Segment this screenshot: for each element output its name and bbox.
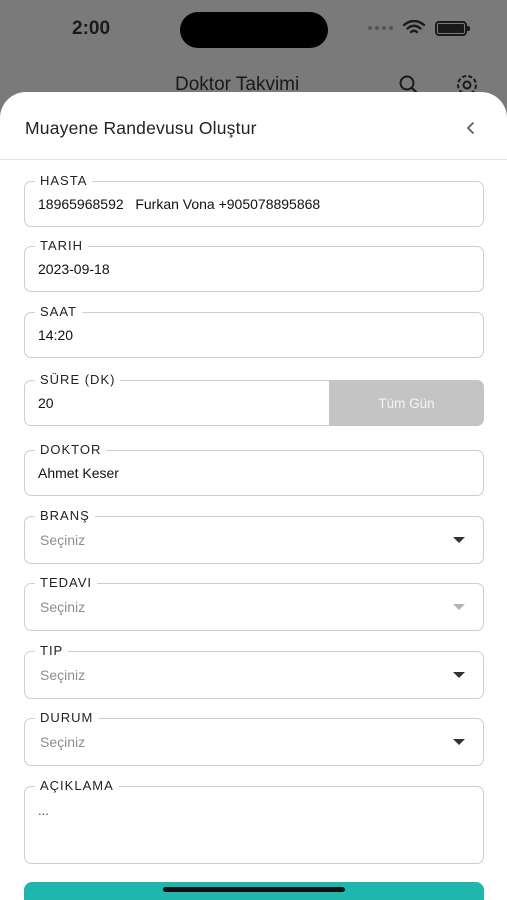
status-time: 2:00	[72, 18, 111, 39]
duration-value: 20	[38, 395, 54, 411]
description-value: ...	[38, 803, 49, 818]
battery-icon	[435, 20, 470, 36]
description-label: AÇIKLAMA	[35, 778, 119, 794]
doctor-label: DOKTOR	[35, 442, 107, 458]
description-textarea[interactable]: AÇIKLAMA ...	[24, 778, 484, 864]
back-button[interactable]	[459, 116, 483, 140]
time-value: 14:20	[38, 327, 74, 343]
treatment-label: TEDAVI	[35, 575, 97, 591]
sheet-header: Muayene Randevusu Oluştur	[0, 92, 507, 160]
time-label: SAAT	[35, 304, 82, 320]
date-field[interactable]: TARIH 2023-09-18	[24, 238, 484, 292]
all-day-button[interactable]: Tüm Gün	[329, 380, 484, 426]
sheet-title: Muayene Randevusu Oluştur	[25, 118, 257, 138]
status-label: DURUM	[35, 710, 99, 726]
wifi-icon	[403, 20, 425, 34]
branch-label: BRANŞ	[35, 508, 95, 524]
patient-field[interactable]: HASTA 18965968592 Furkan Vona +905078895…	[24, 173, 484, 227]
type-placeholder: Seçiniz	[40, 667, 86, 683]
appointment-sheet: Muayene Randevusu Oluştur HASTA 18965968…	[0, 92, 507, 900]
patient-value: 18965968592 Furkan Vona +905078895868	[38, 196, 321, 212]
status-select[interactable]: DURUM Seçiniz	[24, 710, 484, 766]
treatment-select[interactable]: TEDAVI Seçiniz	[24, 575, 484, 631]
caret-down-icon	[453, 537, 465, 543]
caret-down-icon	[453, 739, 465, 745]
duration-label: SÜRE (DK)	[35, 372, 121, 388]
type-label: TIP	[35, 643, 69, 659]
type-select[interactable]: TIP Seçiniz	[24, 643, 484, 699]
patient-label: HASTA	[35, 173, 93, 189]
status-placeholder: Seçiniz	[40, 734, 86, 750]
time-field[interactable]: SAAT 14:20	[24, 304, 484, 358]
doctor-field[interactable]: DOKTOR Ahmet Keser	[24, 442, 484, 496]
treatment-placeholder: Seçiniz	[40, 599, 86, 615]
duration-field[interactable]: SÜRE (DK) 20	[24, 372, 330, 426]
caret-down-icon	[453, 672, 465, 678]
branch-placeholder: Seçiniz	[40, 532, 86, 548]
dynamic-island	[180, 12, 328, 48]
chevron-left-icon	[467, 122, 474, 134]
cellular-signal-icon	[368, 26, 393, 30]
doctor-value: Ahmet Keser	[38, 465, 119, 481]
branch-select[interactable]: BRANŞ Seçiniz	[24, 508, 484, 564]
status-icons	[368, 20, 470, 36]
caret-down-icon	[453, 604, 465, 610]
date-label: TARIH	[35, 238, 89, 254]
date-value: 2023-09-18	[38, 261, 110, 277]
home-indicator	[163, 887, 345, 892]
status-bar: 2:00	[0, 0, 507, 60]
